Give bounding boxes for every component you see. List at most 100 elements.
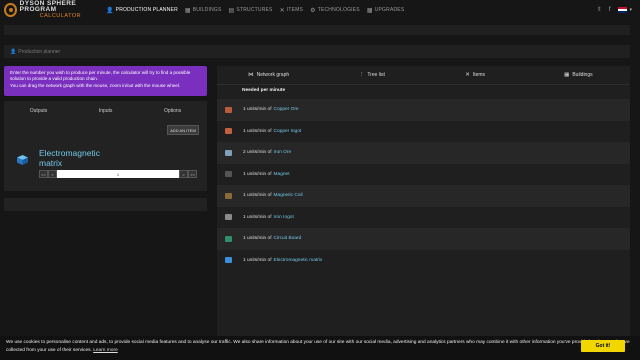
nav-label: ITEMS [286,7,304,13]
tab-outputs[interactable]: Outputs [30,108,48,114]
logo-title: DYSON SPHERE PROGRAM [19,0,77,14]
copper-ore-icon [225,106,232,113]
electromagnetic-matrix-icon [17,155,28,165]
nav-label: BUILDINGS [192,7,222,13]
row-item-link[interactable]: Electromagnetic matrix [274,258,323,263]
twitter-icon[interactable]: 𝕥 [598,6,601,13]
tools-icon: ✕ [465,72,470,78]
nav-production-planner[interactable]: 👤 PRODUCTION PLANNER [106,7,178,14]
technologies-icon: ⚙ [310,7,316,14]
row-rate: 1 units/min of [243,128,272,134]
row-rate: 1 units/min of [243,214,272,220]
got-it-button[interactable]: Got it! [581,340,625,352]
results-tabs: ⋈ Network graph ⋮ Tree list ✕ Items ▦ Buildi… [217,66,630,85]
tab-label: Tree list [367,72,385,78]
decrease-one-button[interactable]: < [48,170,57,178]
list-item: 1 units/min of Circuit Board [217,228,630,250]
tab-items[interactable]: ✕ Items [424,72,527,78]
social-links: 𝕥 f ▾ [590,6,632,13]
info-text-2: You can drag the network graph with the … [10,82,181,88]
building-icon: ▦ [564,72,570,78]
cookie-banner: We use cookies to personalise content an… [0,336,640,360]
nav-items[interactable]: ✕ ITEMS [280,7,304,14]
nav-label: TECHNOLOGIES [317,7,360,13]
magnet-icon [225,171,232,178]
row-item-link[interactable]: Iron Ore [274,150,292,155]
tab-network-graph[interactable]: ⋈ Network graph [217,72,320,78]
tab-label: Network graph [256,72,290,78]
building-icon: ▦ [184,7,191,14]
outputs-panel: Outputs Inputs Options ADD AN ITEM Elect… [4,101,207,191]
increase-one-button[interactable]: > [179,170,188,178]
iron-ingot-icon [225,214,232,221]
quantity-input[interactable]: 1 [57,170,179,178]
list-item: 1 units/min of Magnet [217,164,630,186]
row-rate: 1 units/min of [243,193,272,199]
tab-label: Buildings [572,72,593,78]
row-item-link[interactable]: Copper Ore [274,107,299,112]
row-rate: 1 units/min of [243,257,272,263]
user-icon: 👤 [106,7,114,14]
flag-uk-icon[interactable] [618,6,628,13]
logo-subtitle: CALCULATOR [39,12,82,19]
list-item: 1 units/min of Copper Ingot [217,121,630,143]
nav-label: PRODUCTION PLANNER [115,7,178,13]
row-item-link[interactable]: Magnet [274,172,290,177]
structures-icon: ▤ [228,7,235,14]
row-rate: 1 units/min of [243,107,272,113]
increase-ten-button[interactable]: >> [188,170,197,178]
nav-structures[interactable]: ▤ STRUCTURES [229,7,273,14]
row-rate: 1 units/min of [243,171,272,177]
secondary-panel [4,198,207,211]
magnetic-coil-icon [225,192,232,199]
facebook-icon[interactable]: f [609,7,611,13]
info-alert: Enter the number you wish to produce per… [4,66,207,96]
list-item: 1 units/min of Magnetic Coil [217,185,630,207]
list-item: 2 units/min of Iron Ore [217,142,630,164]
add-item-button[interactable]: ADD AN ITEM [167,125,199,135]
row-item-link[interactable]: Copper Ingot [274,129,302,134]
needed-list: 1 units/min of Copper Ore 1 units/min of Co… [217,99,630,271]
tab-buildings[interactable]: ▦ Buildings [527,72,630,78]
network-graph-icon: ⋈ [248,72,254,78]
user-icon: 👤 [10,48,17,55]
tools-icon: ✕ [279,7,285,14]
electromagnetic-matrix-icon [225,257,232,264]
outputs-tabs: Outputs Inputs Options [4,101,207,114]
main-nav: 👤 PRODUCTION PLANNER ▦ BUILDINGS ▤ STRUCTUR… [106,7,411,14]
row-item-link[interactable]: Circuit Board [274,236,302,241]
logo-text: DYSON SPHERE PROGRAM CALCULATOR [19,0,102,20]
breadcrumb-label: Production planner [18,48,61,55]
item-name: Electromagnetic matrix [39,148,100,168]
nav-buildings[interactable]: ▦ BUILDINGS [185,7,222,14]
copper-ingot-icon [225,128,232,135]
list-item: 1 units/min of Iron Ingot [217,207,630,229]
breadcrumb: 👤 Production planner [4,45,630,58]
logo[interactable]: DYSON SPHERE PROGRAM CALCULATOR [4,0,102,20]
row-rate: 2 units/min of [243,150,272,156]
nav-label: STRUCTURES [236,7,273,13]
results-panel: ⋈ Network graph ⋮ Tree list ✕ Items ▦ Buildi… [217,66,630,350]
circuit-board-icon [225,235,232,242]
tab-inputs[interactable]: Inputs [99,108,113,114]
top-navbar: DYSON SPHERE PROGRAM CALCULATOR 👤 PRODUCT… [0,0,640,20]
chevron-down-icon[interactable]: ▾ [629,7,632,13]
ad-bar [4,25,630,35]
row-item-link[interactable]: Iron Ingot [274,215,294,220]
list-item: 1 units/min of Electromagnetic matrix [217,250,630,272]
tree-list-icon: ⋮ [358,72,365,78]
nav-technologies[interactable]: ⚙ TECHNOLOGIES [310,7,360,14]
nav-upgrades[interactable]: ▦ UPGRADES [367,7,405,14]
list-item: 1 units/min of Copper Ore [217,99,630,121]
iron-ore-icon [225,149,232,156]
decrease-ten-button[interactable]: << [39,170,48,178]
learn-more-link[interactable]: Learn more [93,348,118,353]
tab-tree-list[interactable]: ⋮ Tree list [320,72,423,78]
tab-options[interactable]: Options [164,108,181,114]
upgrades-icon: ▦ [366,7,373,14]
tab-label: Items [472,72,486,78]
needed-heading: Needed per minute [242,88,286,93]
nav-label: UPGRADES [374,7,405,13]
dyson-sphere-logo-icon [4,3,17,17]
row-item-link[interactable]: Magnetic Coil [274,193,303,198]
